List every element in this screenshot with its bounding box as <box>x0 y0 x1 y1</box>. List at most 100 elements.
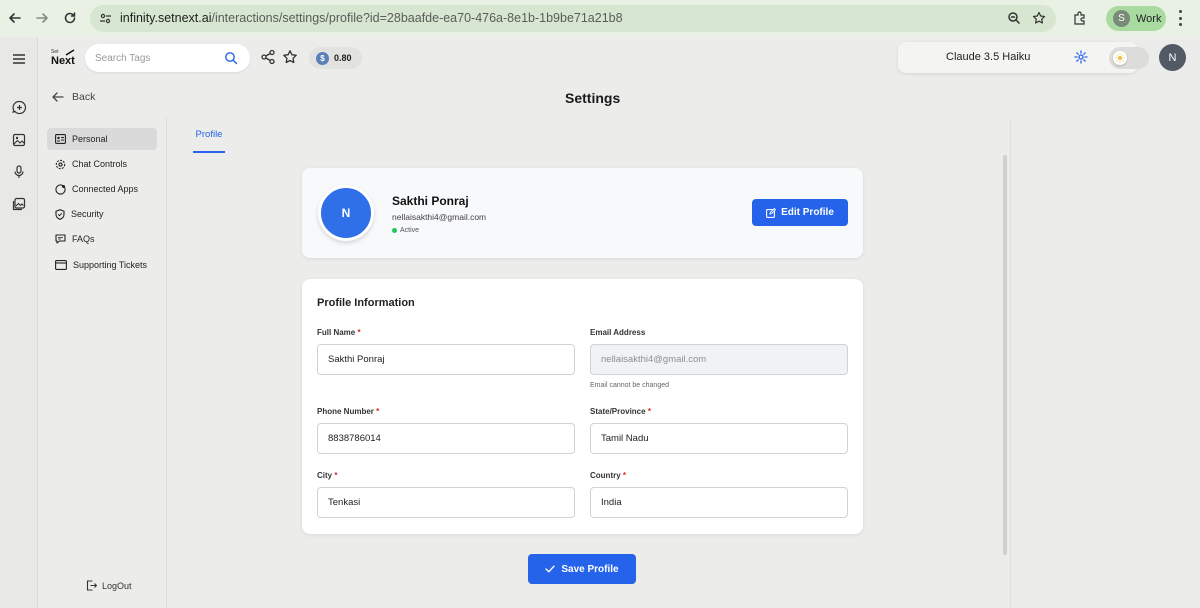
state-input[interactable] <box>590 423 848 454</box>
browser-profile-label: Work <box>1136 12 1162 25</box>
full-name-label: Full Name * <box>317 328 361 337</box>
edit-profile-label: Edit Profile <box>781 207 834 218</box>
phone-label-text: Phone Number <box>317 407 374 416</box>
sidebar-item-label: FAQs <box>72 234 95 244</box>
page-title: Settings <box>565 90 621 106</box>
logo-text: Next <box>51 55 75 67</box>
scrollbar[interactable] <box>1003 155 1007 555</box>
left-rail <box>0 37 38 608</box>
setnext-logo[interactable]: Set Next <box>51 49 77 69</box>
sidebar-item-security[interactable]: Security <box>47 203 157 225</box>
profile-summary-card: N Sakthi Ponraj nellaisakthi4@gmail.com … <box>302 168 863 258</box>
url-path: /interactions/settings/profile?id=28baaf… <box>211 11 623 25</box>
browser-menu-icon[interactable] <box>1178 10 1182 26</box>
save-profile-label: Save Profile <box>561 563 619 575</box>
edit-profile-button[interactable]: Edit Profile <box>752 199 848 226</box>
gear-icon <box>55 159 66 169</box>
phone-input[interactable] <box>317 423 575 454</box>
browser-back-icon[interactable] <box>3 6 27 30</box>
profile-information-card: Profile Information Full Name * Email Ad… <box>302 279 863 534</box>
browser-profile-button[interactable]: S Work <box>1106 6 1166 31</box>
status-label: Active <box>400 227 420 234</box>
right-divider <box>1010 118 1011 608</box>
logout-button[interactable]: LogOut <box>86 580 132 591</box>
logout-icon <box>86 580 97 591</box>
app-header: Set Next $ 0.80 Claude 3.5 Haiku N <box>38 37 1200 79</box>
search-input[interactable] <box>95 50 215 66</box>
model-settings-gear-icon[interactable] <box>1074 50 1088 64</box>
form-title: Profile Information <box>317 297 415 309</box>
search-box <box>85 44 250 72</box>
profile-avatar: N <box>318 185 374 241</box>
browser-profile-avatar: S <box>1113 10 1130 27</box>
extensions-icon[interactable] <box>1067 6 1091 30</box>
bookmark-star-icon[interactable] <box>1027 6 1051 30</box>
sidebar-item-connected-apps[interactable]: Connected Apps <box>47 178 157 200</box>
sidebar-item-label: Security <box>71 209 104 219</box>
sidebar-item-supporting-tickets[interactable]: Supporting Tickets <box>47 254 157 276</box>
back-label: Back <box>72 91 96 103</box>
sidebar-item-label: Personal <box>72 134 108 144</box>
country-input[interactable] <box>590 487 848 518</box>
save-profile-button[interactable]: Save Profile <box>528 554 636 584</box>
edit-icon <box>766 207 777 218</box>
arrow-left-icon <box>52 92 64 102</box>
browser-forward-icon[interactable] <box>30 6 54 30</box>
search-icon[interactable] <box>224 51 238 65</box>
user-avatar[interactable]: N <box>1159 44 1186 71</box>
city-label-text: City <box>317 471 333 480</box>
model-selector[interactable]: Claude 3.5 Haiku <box>898 42 1138 73</box>
browser-toolbar: infinity.setnext.ai/interactions/setting… <box>0 0 1200 37</box>
address-bar[interactable]: infinity.setnext.ai/interactions/setting… <box>90 5 1056 32</box>
sun-icon <box>1113 51 1127 65</box>
hamburger-menu-icon[interactable] <box>10 50 28 68</box>
email-input <box>590 344 848 375</box>
credit-value: 0.80 <box>334 53 352 63</box>
city-input[interactable] <box>317 487 575 518</box>
logout-label: LogOut <box>102 580 132 591</box>
sidebar-item-label: Connected Apps <box>72 184 139 194</box>
site-info-icon[interactable] <box>99 12 112 30</box>
microphone-icon[interactable] <box>10 163 28 181</box>
sidebar-item-label: Supporting Tickets <box>73 260 148 270</box>
required-mark: * <box>622 471 627 480</box>
phone-label: Phone Number * <box>317 407 379 416</box>
full-name-input[interactable] <box>317 344 575 375</box>
required-mark: * <box>376 407 380 416</box>
status-badge: Active <box>392 227 419 234</box>
zoom-icon[interactable] <box>1002 6 1026 30</box>
required-mark: * <box>357 328 361 337</box>
country-label: Country * <box>590 471 626 480</box>
required-mark: * <box>334 471 338 480</box>
email-help-text: Email cannot be changed <box>590 382 669 389</box>
country-label-text: Country <box>590 471 621 480</box>
shield-icon <box>55 208 65 220</box>
email-label: Email Address <box>590 328 646 337</box>
sidebar-item-personal[interactable]: Personal <box>47 128 157 150</box>
favorite-star-icon[interactable] <box>282 49 298 65</box>
url-host: infinity.setnext.ai <box>120 11 212 25</box>
city-label: City * <box>317 471 337 480</box>
chat-icon <box>55 234 66 244</box>
theme-toggle[interactable] <box>1109 47 1149 69</box>
state-label-text: State/Province <box>590 407 646 416</box>
model-name: Claude 3.5 Haiku <box>946 51 1031 63</box>
back-button[interactable]: Back <box>52 91 95 103</box>
share-icon[interactable] <box>260 49 276 65</box>
gallery-icon[interactable] <box>10 195 28 213</box>
image-icon[interactable] <box>10 131 28 149</box>
sidebar-item-chat-controls[interactable]: Chat Controls <box>47 153 157 175</box>
profile-email: nellaisakthi4@gmail.com <box>392 212 487 222</box>
status-dot-icon <box>392 228 397 233</box>
browser-reload-icon[interactable] <box>58 6 82 30</box>
settings-sidebar: Personal Chat Controls Connected Apps Se… <box>38 118 167 608</box>
new-chat-icon[interactable] <box>10 98 28 116</box>
check-icon <box>545 565 556 573</box>
apps-icon <box>55 183 66 195</box>
dollar-coin-icon: $ <box>316 51 329 65</box>
id-card-icon <box>55 134 66 144</box>
sidebar-item-faqs[interactable]: FAQs <box>47 228 157 250</box>
tab-profile[interactable]: Profile <box>193 129 225 153</box>
full-name-label-text: Full Name <box>317 328 356 337</box>
credit-balance[interactable]: $ 0.80 <box>309 47 362 69</box>
